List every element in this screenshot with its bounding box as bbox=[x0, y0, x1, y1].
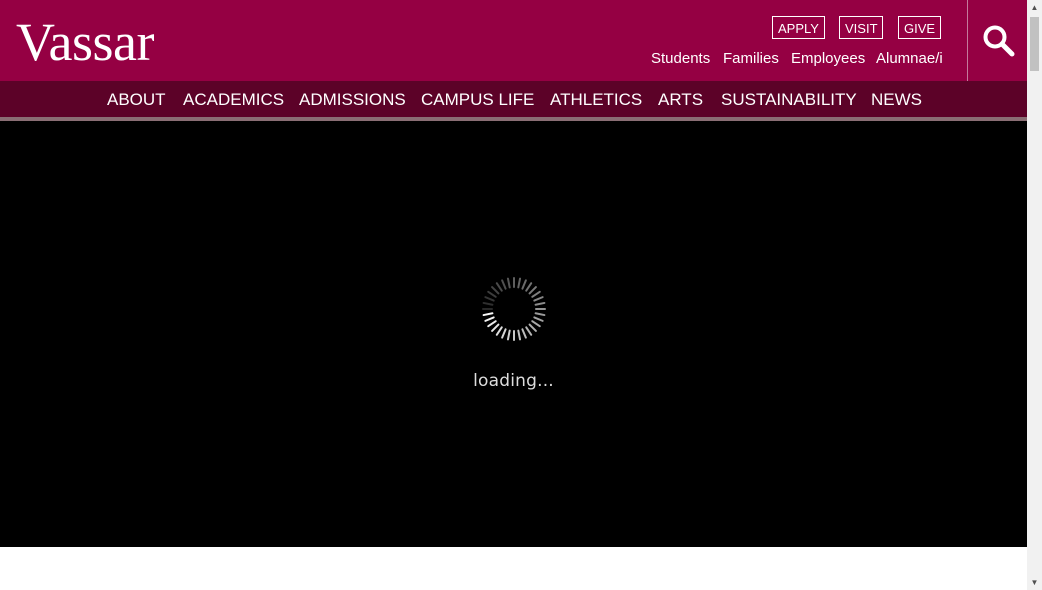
spinner-tick bbox=[482, 301, 494, 306]
families-link[interactable]: Families bbox=[723, 50, 779, 68]
spinner-tick bbox=[533, 296, 544, 302]
scroll-down-arrow-icon[interactable]: ▼ bbox=[1027, 575, 1042, 590]
spinner-tick bbox=[534, 301, 546, 306]
spinner-tick bbox=[525, 326, 533, 336]
nav-item-campus-life[interactable]: CAMPUS LIFE bbox=[421, 81, 534, 117]
employees-link[interactable]: Employees bbox=[791, 50, 865, 68]
vassar-logo[interactable]: Vassar bbox=[16, 12, 154, 72]
spinner-tick bbox=[525, 282, 533, 292]
spinner-tick bbox=[528, 286, 537, 295]
spinner-tick bbox=[491, 323, 500, 332]
spinner-tick bbox=[521, 328, 527, 339]
spinner-tick bbox=[487, 320, 497, 328]
hero-video-area: loading... bbox=[0, 121, 1027, 547]
nav-item-news[interactable]: NEWS bbox=[871, 81, 922, 117]
spinner-tick bbox=[531, 290, 541, 298]
nav-item-admissions[interactable]: ADMISSIONS bbox=[299, 81, 406, 117]
loading-spinner-icon bbox=[482, 277, 546, 341]
spinner-tick bbox=[491, 286, 500, 295]
page: Vassar APPLY VISIT GIVE Students Familie… bbox=[0, 0, 1027, 590]
spinner-tick bbox=[487, 290, 497, 298]
spinner-tick bbox=[533, 316, 544, 322]
loading-text: loading... bbox=[473, 371, 554, 391]
spinner-tick bbox=[521, 279, 527, 290]
nav-item-arts[interactable]: ARTS bbox=[658, 81, 703, 117]
spinner-tick bbox=[517, 277, 522, 289]
alumnae-link[interactable]: Alumnae/i bbox=[876, 50, 943, 68]
scroll-up-arrow-icon[interactable]: ▲ bbox=[1027, 0, 1042, 15]
main-nav: ABOUT ACADEMICS ADMISSIONS CAMPUS LIFE A… bbox=[0, 81, 1027, 117]
apply-button[interactable]: APPLY bbox=[772, 16, 825, 39]
spinner-tick bbox=[501, 279, 507, 290]
spinner-tick bbox=[484, 316, 495, 322]
spinner-tick bbox=[495, 326, 503, 336]
spinner-tick bbox=[484, 296, 495, 302]
nav-item-athletics[interactable]: ATHLETICS bbox=[550, 81, 642, 117]
spinner-tick bbox=[531, 320, 541, 328]
spinner-tick bbox=[517, 329, 522, 341]
spinner-tick bbox=[528, 323, 537, 332]
nav-item-about[interactable]: ABOUT bbox=[107, 81, 166, 117]
spinner-tick bbox=[495, 282, 503, 292]
site-header: Vassar APPLY VISIT GIVE Students Familie… bbox=[0, 0, 1027, 81]
vertical-scrollbar[interactable]: ▲ ▼ bbox=[1027, 0, 1042, 590]
search-button[interactable] bbox=[967, 0, 1027, 81]
nav-item-sustainability[interactable]: SUSTAINABILITY bbox=[721, 81, 857, 117]
give-button[interactable]: GIVE bbox=[898, 16, 941, 39]
spinner-tick bbox=[534, 312, 546, 317]
nav-item-academics[interactable]: ACADEMICS bbox=[183, 81, 284, 117]
spinner-tick bbox=[482, 312, 494, 317]
scrollbar-thumb[interactable] bbox=[1030, 17, 1039, 71]
students-link[interactable]: Students bbox=[651, 50, 710, 68]
visit-button[interactable]: VISIT bbox=[839, 16, 883, 39]
spinner-tick bbox=[506, 277, 511, 289]
spinner-tick bbox=[506, 329, 511, 341]
spinner-tick bbox=[501, 328, 507, 339]
search-icon bbox=[983, 25, 1015, 57]
